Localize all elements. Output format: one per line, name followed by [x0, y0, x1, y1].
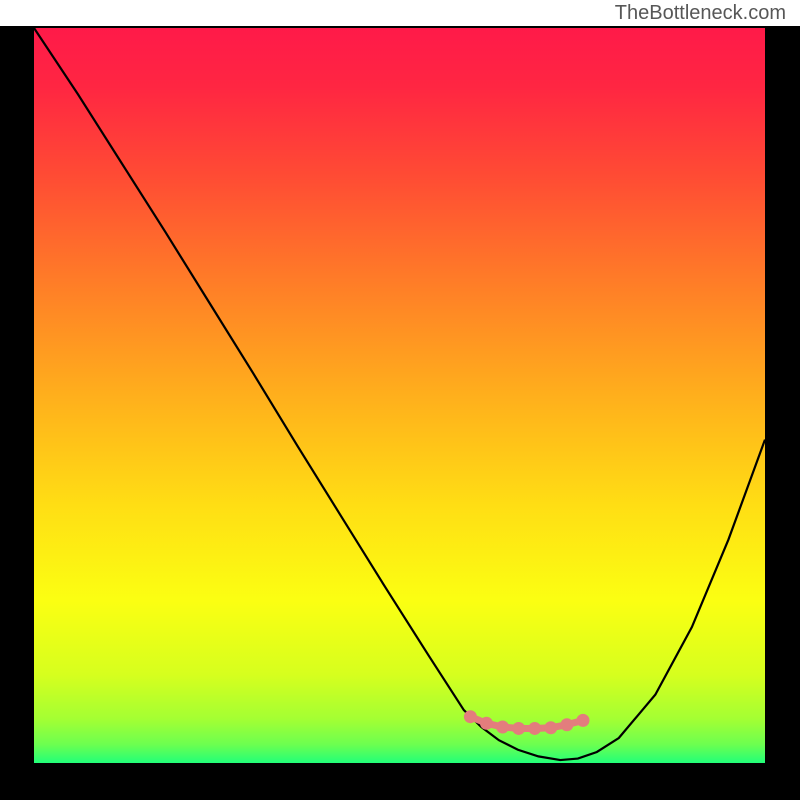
- highlight-point: [464, 710, 477, 723]
- highlight-point: [528, 722, 541, 735]
- gradient-background: [34, 28, 765, 763]
- highlight-point: [576, 714, 589, 727]
- highlight-point: [560, 718, 573, 731]
- highlight-point: [512, 722, 525, 735]
- chart-frame: TheBottleneck.com: [0, 0, 800, 800]
- plot-axes-background: [0, 26, 800, 800]
- highlight-point: [480, 717, 493, 730]
- plot-area: [34, 28, 765, 763]
- chart-svg: [34, 28, 765, 763]
- watermark-text: TheBottleneck.com: [615, 2, 786, 25]
- highlight-point: [496, 720, 509, 733]
- highlight-point: [544, 721, 557, 734]
